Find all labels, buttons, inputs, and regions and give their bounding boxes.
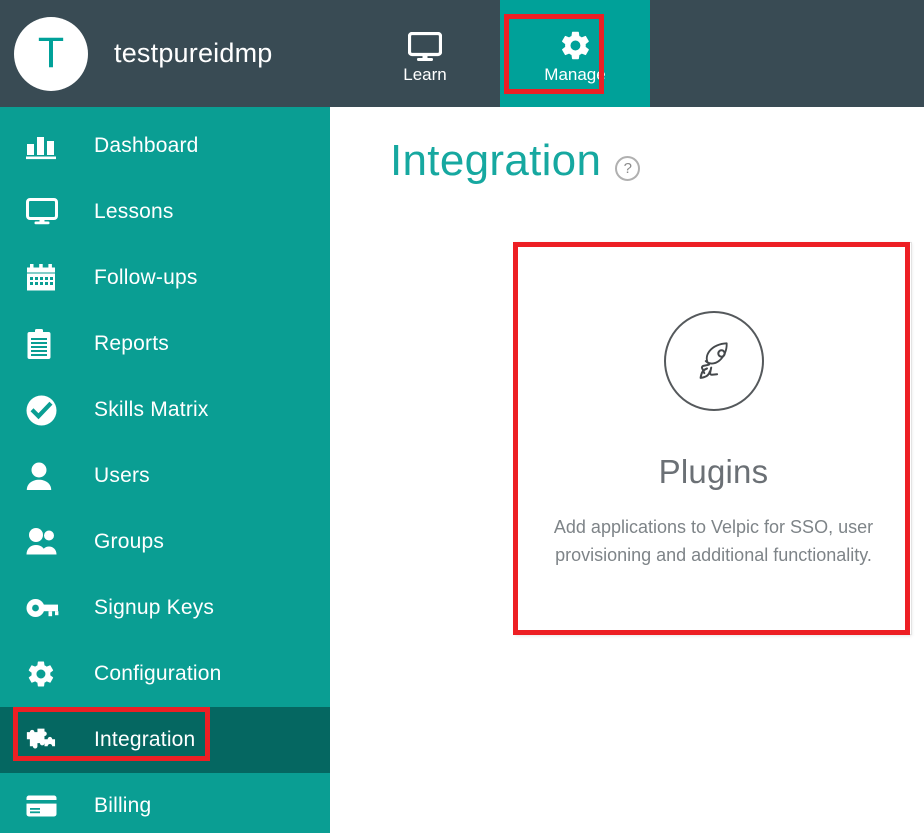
sidebar-item-skills-matrix[interactable]: Skills Matrix xyxy=(0,377,330,443)
clipboard-icon xyxy=(26,327,68,361)
card-title: Plugins xyxy=(658,453,769,490)
monitor-icon xyxy=(407,24,442,62)
tab-manage-inner: Manage xyxy=(544,24,606,84)
tab-manage-label: Manage xyxy=(544,65,606,84)
rocket-icon xyxy=(663,311,764,411)
tab-learn-label: Learn xyxy=(403,65,447,84)
gear-icon xyxy=(26,657,68,691)
sidebar-item-billing[interactable]: Billing xyxy=(0,773,330,833)
sidebar-item-signup-keys[interactable]: Signup Keys xyxy=(0,575,330,641)
sidebar-item-label: Billing xyxy=(94,794,152,817)
card-description: Add applications to Velpic for SSO, user… xyxy=(553,517,874,566)
avatar: T xyxy=(14,16,88,91)
sidebar-item-dashboard[interactable]: Dashboard xyxy=(0,113,330,179)
app-root: T testpureidmp Learn Manage Dashboard Le… xyxy=(0,0,924,833)
sidebar-item-label: Lessons xyxy=(94,200,174,223)
sidebar-item-label: Reports xyxy=(94,332,169,355)
monitor-icon xyxy=(26,195,68,229)
sidebar-item-label: Follow-ups xyxy=(94,266,198,289)
bar-chart-icon xyxy=(26,129,68,163)
top-nav: Learn Manage xyxy=(350,0,650,107)
avatar-letter: T xyxy=(37,29,65,77)
sidebar-item-label: Groups xyxy=(94,530,165,553)
user-icon xyxy=(26,459,68,493)
sidebar-item-users[interactable]: Users xyxy=(0,443,330,509)
sidebar-item-label: Dashboard xyxy=(94,134,199,157)
key-icon xyxy=(26,591,68,625)
check-circle-icon xyxy=(26,393,68,427)
sidebar-item-label: Configuration xyxy=(94,662,222,685)
account-name: testpureidmp xyxy=(114,38,273,68)
sidebar-item-integration[interactable]: Integration xyxy=(0,707,330,773)
sidebar-item-label: Users xyxy=(94,464,150,487)
top-bar: T testpureidmp Learn Manage xyxy=(0,0,924,107)
tab-manage[interactable]: Manage xyxy=(500,0,650,107)
sidebar-item-label: Skills Matrix xyxy=(94,398,209,421)
credit-card-icon xyxy=(26,789,68,823)
sidebar-item-lessons[interactable]: Lessons xyxy=(0,179,330,245)
page-title-row: Integration ? xyxy=(330,107,924,185)
sidebar: Dashboard Lessons Follow-ups Reports Ski… xyxy=(0,107,330,833)
page-title: Integration xyxy=(390,136,602,185)
brand[interactable]: T testpureidmp xyxy=(0,0,272,107)
users-icon xyxy=(26,525,68,559)
tab-learn[interactable]: Learn xyxy=(350,0,500,107)
sidebar-item-reports[interactable]: Reports xyxy=(0,311,330,377)
puzzle-icon xyxy=(26,723,68,757)
main-content: Integration ? Plugins Add applications t… xyxy=(330,107,924,833)
calendar-icon xyxy=(26,261,68,295)
sidebar-item-label: Signup Keys xyxy=(94,596,215,619)
tab-learn-inner: Learn xyxy=(403,24,447,84)
help-icon[interactable]: ? xyxy=(615,155,641,181)
sidebar-item-groups[interactable]: Groups xyxy=(0,509,330,575)
plugins-card[interactable]: Plugins Add applications to Velpic for S… xyxy=(515,242,912,635)
gear-icon xyxy=(559,24,592,62)
sidebar-item-follow-ups[interactable]: Follow-ups xyxy=(0,245,330,311)
sidebar-item-configuration[interactable]: Configuration xyxy=(0,641,330,707)
sidebar-item-label: Integration xyxy=(94,728,196,751)
